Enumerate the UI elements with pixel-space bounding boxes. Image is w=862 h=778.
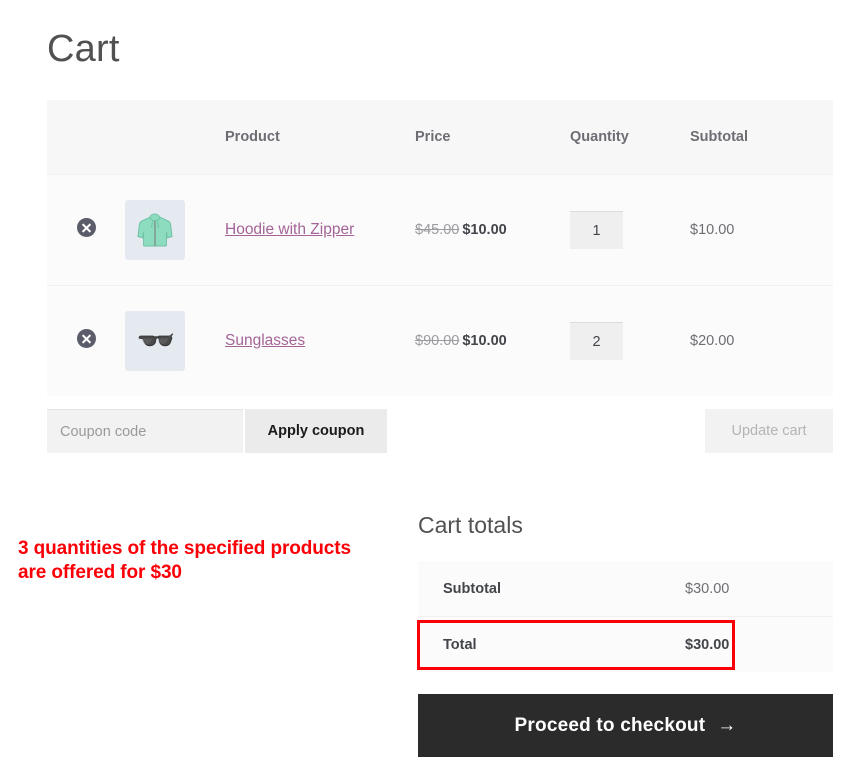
- product-cell: Hoodie with Zipper: [225, 175, 415, 286]
- checkout-label: Proceed to checkout: [514, 714, 706, 736]
- sunglasses-thumbnail[interactable]: [125, 311, 185, 371]
- header-quantity: Quantity: [570, 129, 629, 145]
- price-cell: $45.00 $10.00: [415, 175, 570, 286]
- header-subtotal: Subtotal: [690, 129, 748, 145]
- annotation-line-1: 3 quantities of the specified products: [18, 538, 351, 559]
- price-cell: $90.00 $10.00: [415, 286, 570, 397]
- arrow-right-icon: →: [717, 714, 737, 736]
- product-link[interactable]: Hoodie with Zipper: [225, 221, 354, 238]
- thumbnail-cell: [125, 175, 225, 286]
- annotation-note: 3 quantities of the specified products a…: [18, 537, 351, 585]
- header-remove: [47, 100, 125, 175]
- cart-totals-table: Subtotal $30.00 Total $30.00: [418, 561, 833, 672]
- header-thumbnail: [125, 100, 225, 175]
- row-subtotal: $10.00: [690, 222, 735, 238]
- header-price: Price: [415, 129, 451, 145]
- cart-table-body: Hoodie with Zipper $45.00$10.00 $10.00: [47, 174, 833, 397]
- totals-label-total: Total: [418, 616, 665, 672]
- header-product: Product: [225, 129, 280, 145]
- coupon-row: Apply coupon Update cart: [47, 409, 833, 453]
- cart-table-header: Product Price Quantity Subtotal: [47, 100, 833, 175]
- totals-value-subtotal: $30.00: [665, 561, 833, 617]
- table-row: Hoodie with Zipper $45.00$10.00 $10.00: [47, 174, 833, 286]
- thumbnail-cell: [125, 286, 225, 397]
- remove-cell: [47, 175, 125, 286]
- update-cart-button[interactable]: Update cart: [705, 409, 833, 453]
- header-row: Product Price Quantity Subtotal: [47, 100, 833, 175]
- product-cell: Sunglasses: [225, 286, 415, 397]
- table-row: Sunglasses $90.00$10.00 $20.00: [47, 285, 833, 397]
- coupon-code-input[interactable]: [47, 409, 243, 453]
- quantity-stepper[interactable]: [570, 211, 623, 249]
- remove-circle-icon[interactable]: [77, 218, 96, 237]
- price-original: $90.00: [415, 333, 460, 349]
- totals-label-subtotal: Subtotal: [418, 561, 665, 617]
- price-sale: $10.00: [462, 222, 507, 238]
- cart-totals-heading: Cart totals: [418, 512, 523, 538]
- totals-row-total: Total $30.00: [418, 616, 833, 672]
- remove-cell: [47, 286, 125, 397]
- page-title: Cart: [47, 28, 120, 70]
- row-subtotal: $20.00: [690, 333, 735, 349]
- price-sale: $10.00: [462, 333, 507, 349]
- totals-value-total: $30.00: [665, 616, 833, 672]
- apply-coupon-button[interactable]: Apply coupon: [245, 409, 387, 453]
- quantity-cell: [570, 286, 690, 397]
- hoodie-with-zipper-thumbnail[interactable]: [125, 200, 185, 260]
- cart-table: Product Price Quantity Subtotal Hoodie w…: [47, 100, 833, 396]
- product-link[interactable]: Sunglasses: [225, 332, 305, 349]
- quantity-cell: [570, 175, 690, 286]
- totals-row-subtotal: Subtotal $30.00: [418, 561, 833, 617]
- price-original: $45.00: [415, 222, 460, 238]
- quantity-stepper[interactable]: [570, 322, 623, 360]
- proceed-to-checkout-button[interactable]: Proceed to checkout →: [418, 694, 833, 757]
- annotation-line-2: are offered for $30: [18, 562, 182, 584]
- remove-circle-icon[interactable]: [77, 329, 96, 348]
